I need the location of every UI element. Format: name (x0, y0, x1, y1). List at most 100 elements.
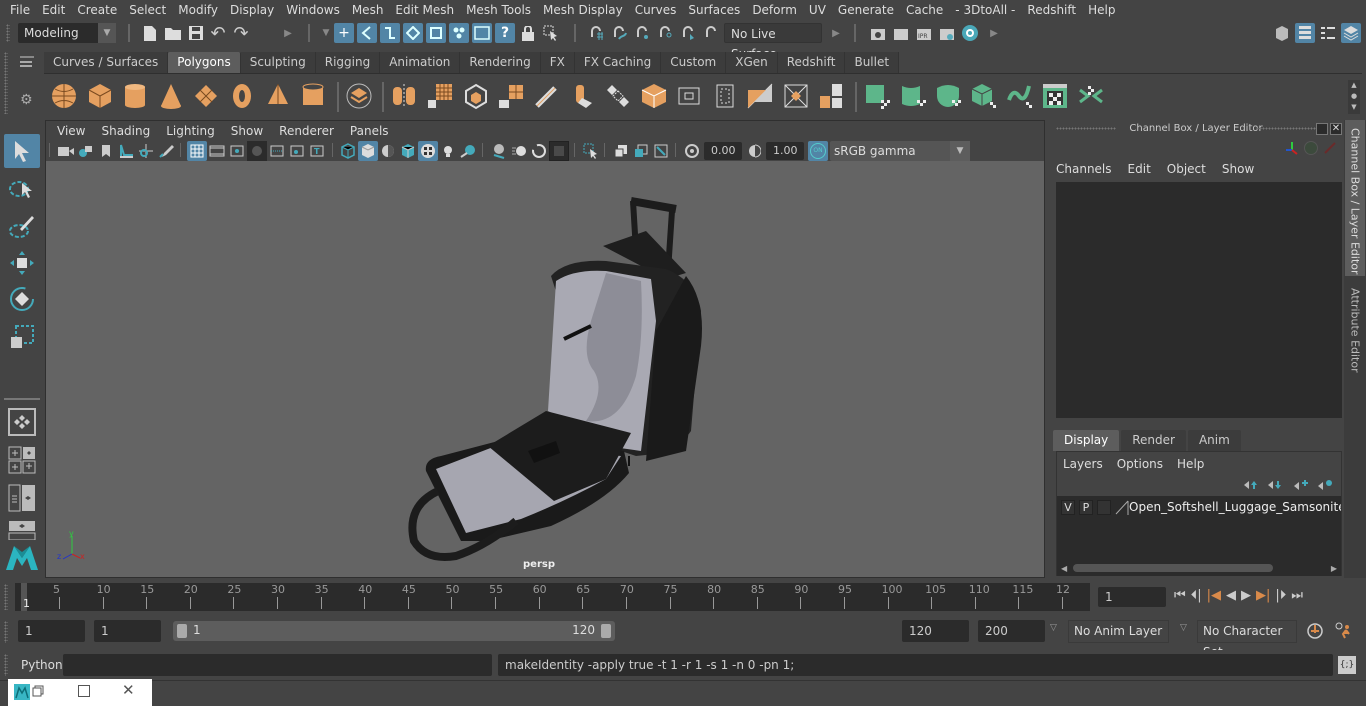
float-panel-icon[interactable] (1316, 123, 1328, 135)
script-editor-icon[interactable]: {;} (1338, 656, 1356, 674)
menu-mesh[interactable]: Mesh (346, 3, 390, 17)
anim-layer-dropdown[interactable]: No Anim Layer (1068, 620, 1169, 643)
layer-tab-display[interactable]: Display (1053, 430, 1120, 451)
move-layer-down-icon[interactable] (1267, 479, 1283, 491)
channel-box-menu-show[interactable]: Show (1222, 162, 1254, 176)
use-all-lights-icon[interactable] (438, 141, 458, 161)
menu-file[interactable]: File (4, 3, 36, 17)
shelf-tab-curves-surfaces[interactable]: Curves / Surfaces (44, 52, 169, 73)
menu-edit-mesh[interactable]: Edit Mesh (389, 3, 460, 17)
gate-mask-icon[interactable] (247, 141, 267, 161)
field-chart-icon[interactable] (267, 141, 287, 161)
snap-view-icon[interactable] (655, 23, 675, 43)
command-input[interactable] (63, 654, 492, 676)
layer-menu-help[interactable]: Help (1177, 457, 1204, 471)
step-forward-key-icon[interactable]: ▶| (1256, 588, 1270, 603)
gamma-icon[interactable] (745, 141, 765, 161)
mode-selector[interactable]: Modeling ▼ (18, 23, 116, 43)
select-edge-icon[interactable] (380, 23, 400, 43)
menu-cache[interactable]: Cache (900, 3, 949, 17)
menu-create[interactable]: Create (71, 3, 123, 17)
exposure-field[interactable]: 0.00 (704, 142, 742, 160)
screen-space-ao-icon[interactable] (489, 141, 509, 161)
poly-cylinder-icon[interactable] (121, 82, 149, 110)
film-gate-icon[interactable] (207, 141, 227, 161)
shelf-menu-icon[interactable] (20, 58, 34, 67)
status-indicator-icon[interactable] (1304, 141, 1318, 155)
modeling-toolkit-icon[interactable] (1272, 23, 1292, 43)
viewport-menu-renderer[interactable]: Renderer (271, 124, 342, 138)
new-layer-selected-icon[interactable] (1317, 479, 1333, 491)
channel-box-menu-edit[interactable]: Edit (1128, 162, 1151, 176)
color-management-toggle[interactable]: ON (808, 141, 828, 161)
step-back-key-icon[interactable]: |◀ (1207, 588, 1221, 603)
undo-icon[interactable]: ↶ (208, 23, 228, 44)
rotate-tool[interactable] (4, 282, 40, 316)
side-tab-attribute-editor[interactable]: Attribute Editor (1345, 280, 1365, 380)
animation-start-field[interactable]: 1 (18, 620, 85, 642)
poly-torus-icon[interactable] (228, 82, 256, 110)
combine-icon[interactable] (345, 82, 373, 110)
3d-viewport[interactable]: y z x persp (46, 161, 1044, 577)
play-forwards-icon[interactable]: ▶ (1241, 588, 1251, 603)
shelf-scroll-buttons[interactable]: ▲ ● ▼ (1348, 80, 1360, 114)
redo-icon[interactable]: ↷ (231, 23, 251, 44)
layer-playback-toggle[interactable]: P (1079, 500, 1093, 515)
grid-toggle-icon[interactable] (187, 141, 207, 161)
paint-select-tool[interactable] (4, 210, 40, 244)
render-settings-icon[interactable] (937, 23, 957, 43)
shelf-tab-xgen[interactable]: XGen (726, 52, 778, 73)
range-end-handle[interactable] (601, 624, 611, 638)
menu-curves[interactable]: Curves (629, 3, 683, 17)
uv-cylindrical-icon[interactable] (899, 82, 927, 110)
extrude-icon[interactable] (568, 82, 596, 110)
shelf-tab-bullet[interactable]: Bullet (845, 52, 900, 73)
shelf-tab-fx-caching[interactable]: FX Caching (574, 52, 662, 73)
uv-editor-icon[interactable] (1041, 82, 1069, 110)
menu-display[interactable]: Display (224, 3, 280, 17)
lasso-tool[interactable] (4, 172, 40, 206)
snap-surface-icon[interactable] (678, 23, 698, 43)
uv-planar-icon[interactable] (863, 82, 891, 110)
move-tool[interactable] (4, 246, 40, 280)
poly-cone-icon[interactable] (157, 82, 185, 110)
shadows-icon[interactable] (458, 141, 478, 161)
animation-end-field[interactable]: 200 (978, 620, 1045, 642)
layer-name[interactable]: Open_Softshell_Luggage_Samsonite_Bla (1129, 500, 1341, 514)
scrollbar-thumb[interactable] (1073, 564, 1273, 572)
menu-generate[interactable]: Generate (832, 3, 900, 17)
connect-icon[interactable] (818, 82, 846, 110)
render-frame-icon[interactable] (891, 23, 911, 43)
outliner-layout[interactable] (8, 484, 36, 512)
lock-icon[interactable] (518, 23, 538, 43)
auto-key-icon[interactable] (1306, 622, 1324, 640)
layer-menu-layers[interactable]: Layers (1063, 457, 1103, 471)
xray-icon[interactable] (611, 141, 631, 161)
camera-attributes-icon[interactable] (76, 141, 96, 161)
shelf-tab-rendering[interactable]: Rendering (460, 52, 541, 73)
menu-help[interactable]: Help (1082, 3, 1121, 17)
poly-cube-icon[interactable] (86, 82, 114, 110)
chevron-down-icon[interactable]: ▼ (316, 23, 336, 43)
timeline-ruler[interactable]: 1 5 10 15 20 25 30 35 40 45 50 55 60 65 70 75 80 85 90 95 1… (15, 583, 1090, 611)
open-scene-icon[interactable] (163, 23, 183, 43)
xray-active-components-icon[interactable] (651, 141, 671, 161)
move-layer-up-icon[interactable] (1243, 479, 1259, 491)
layer-menu-options[interactable]: Options (1117, 457, 1163, 471)
select-highlight-icon[interactable] (541, 23, 561, 43)
menu-edit[interactable]: Edit (36, 3, 71, 17)
channel-box-menu-object[interactable]: Object (1167, 162, 1206, 176)
uv-automatic-icon[interactable] (970, 82, 998, 110)
select-face-icon[interactable] (403, 23, 423, 43)
wireframe-icon[interactable] (338, 141, 358, 161)
select-multi-icon[interactable] (449, 23, 469, 43)
safe-title-icon[interactable]: T (307, 141, 327, 161)
help-icon[interactable]: ? (495, 23, 515, 43)
scroll-left-icon[interactable]: ◀ (1061, 564, 1067, 573)
gamma-field[interactable]: 1.00 (766, 142, 804, 160)
drag-handle[interactable] (6, 24, 10, 42)
multi-cut-icon[interactable] (746, 82, 774, 110)
shelf-tab-sculpting[interactable]: Sculpting (240, 52, 316, 73)
restore-icon[interactable] (32, 685, 44, 697)
attribute-editor-icon[interactable] (1295, 23, 1315, 43)
